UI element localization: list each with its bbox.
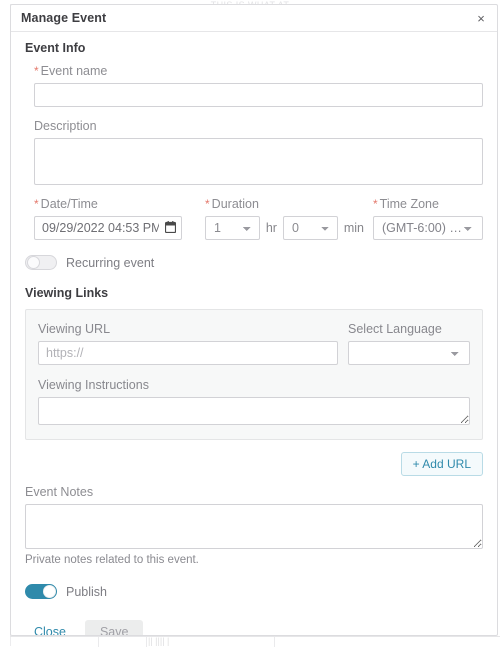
recurring-event-label: Recurring event <box>66 256 154 270</box>
event-name-input[interactable] <box>34 83 483 107</box>
save-button[interactable]: Save <box>85 620 144 636</box>
publish-row: Publish <box>25 584 483 599</box>
timezone-select[interactable]: (GMT-6:00) Mountain Time <box>373 216 483 240</box>
select-language-group: Select Language <box>348 322 470 365</box>
event-name-label-text: Event name <box>41 64 108 78</box>
datetime-input-wrapper <box>34 216 182 240</box>
recurring-event-toggle[interactable] <box>25 255 57 270</box>
duration-minutes-unit: min <box>344 221 364 235</box>
event-notes-help-text: Private notes related to this event. <box>25 554 483 566</box>
timezone-label: *Time Zone <box>373 197 483 211</box>
duration-group: *Duration 1 hr 0 min <box>205 197 370 240</box>
recurring-event-row: Recurring event <box>25 255 483 270</box>
manage-event-modal: Manage Event × Event Info *Event name De… <box>10 4 498 636</box>
duration-controls: 1 hr 0 min <box>205 216 370 240</box>
close-button[interactable]: Close <box>25 621 75 636</box>
modal-body: Event Info *Event name Description *Date… <box>11 32 497 636</box>
viewing-links-panel: Viewing URL Select Language Viewing Inst… <box>25 309 483 440</box>
duration-minutes-select[interactable]: 0 <box>283 216 338 240</box>
timezone-label-text: Time Zone <box>380 197 439 211</box>
timezone-group: *Time Zone (GMT-6:00) Mountain Time <box>373 197 483 240</box>
duration-hours-unit: hr <box>266 221 277 235</box>
viewing-instructions-group: Viewing Instructions <box>38 378 470 425</box>
viewing-url-label: Viewing URL <box>38 322 338 336</box>
duration-label: *Duration <box>205 197 370 211</box>
publish-label: Publish <box>66 585 107 599</box>
datetime-label: *Date/Time <box>34 197 202 211</box>
viewing-links-heading: Viewing Links <box>25 286 483 300</box>
publish-toggle[interactable] <box>25 584 57 599</box>
duration-label-text: Duration <box>212 197 259 211</box>
duration-hours-select[interactable]: 1 <box>205 216 260 240</box>
add-url-row: + Add URL <box>25 452 483 476</box>
event-name-group: *Event name <box>25 64 483 107</box>
required-asterisk: * <box>205 197 210 211</box>
event-notes-textarea[interactable] <box>25 504 483 549</box>
required-asterisk: * <box>34 64 39 78</box>
viewing-instructions-label: Viewing Instructions <box>38 378 470 392</box>
toggle-knob <box>27 256 40 269</box>
event-name-label: *Event name <box>34 64 483 78</box>
modal-footer: Close Save <box>25 620 483 636</box>
datetime-duration-timezone-row: *Date/Time *Duration 1 <box>25 197 483 240</box>
event-notes-label: Event Notes <box>25 485 483 499</box>
description-group: Description <box>25 119 483 185</box>
select-language-dropdown[interactable] <box>348 341 470 365</box>
backdrop-table <box>10 636 500 647</box>
toggle-knob <box>43 585 56 598</box>
viewing-url-group: Viewing URL <box>38 322 338 365</box>
close-icon[interactable]: × <box>473 10 489 26</box>
viewing-url-input[interactable] <box>38 341 338 365</box>
viewing-url-language-row: Viewing URL Select Language <box>38 322 470 365</box>
datetime-input[interactable] <box>34 216 182 240</box>
backdrop-scribble: || |||| | <box>148 636 169 646</box>
modal-header: Manage Event × <box>11 5 497 32</box>
description-label: Description <box>34 119 483 133</box>
modal-title: Manage Event <box>21 11 106 25</box>
viewing-instructions-textarea[interactable] <box>38 397 470 425</box>
select-language-label: Select Language <box>348 322 470 336</box>
description-textarea[interactable] <box>34 138 483 185</box>
datetime-label-text: Date/Time <box>41 197 98 211</box>
required-asterisk: * <box>373 197 378 211</box>
event-info-heading: Event Info <box>25 41 483 55</box>
add-url-button[interactable]: + Add URL <box>401 452 483 476</box>
event-notes-group: Event Notes Private notes related to thi… <box>25 485 483 566</box>
datetime-group: *Date/Time <box>34 197 202 240</box>
required-asterisk: * <box>34 197 39 211</box>
